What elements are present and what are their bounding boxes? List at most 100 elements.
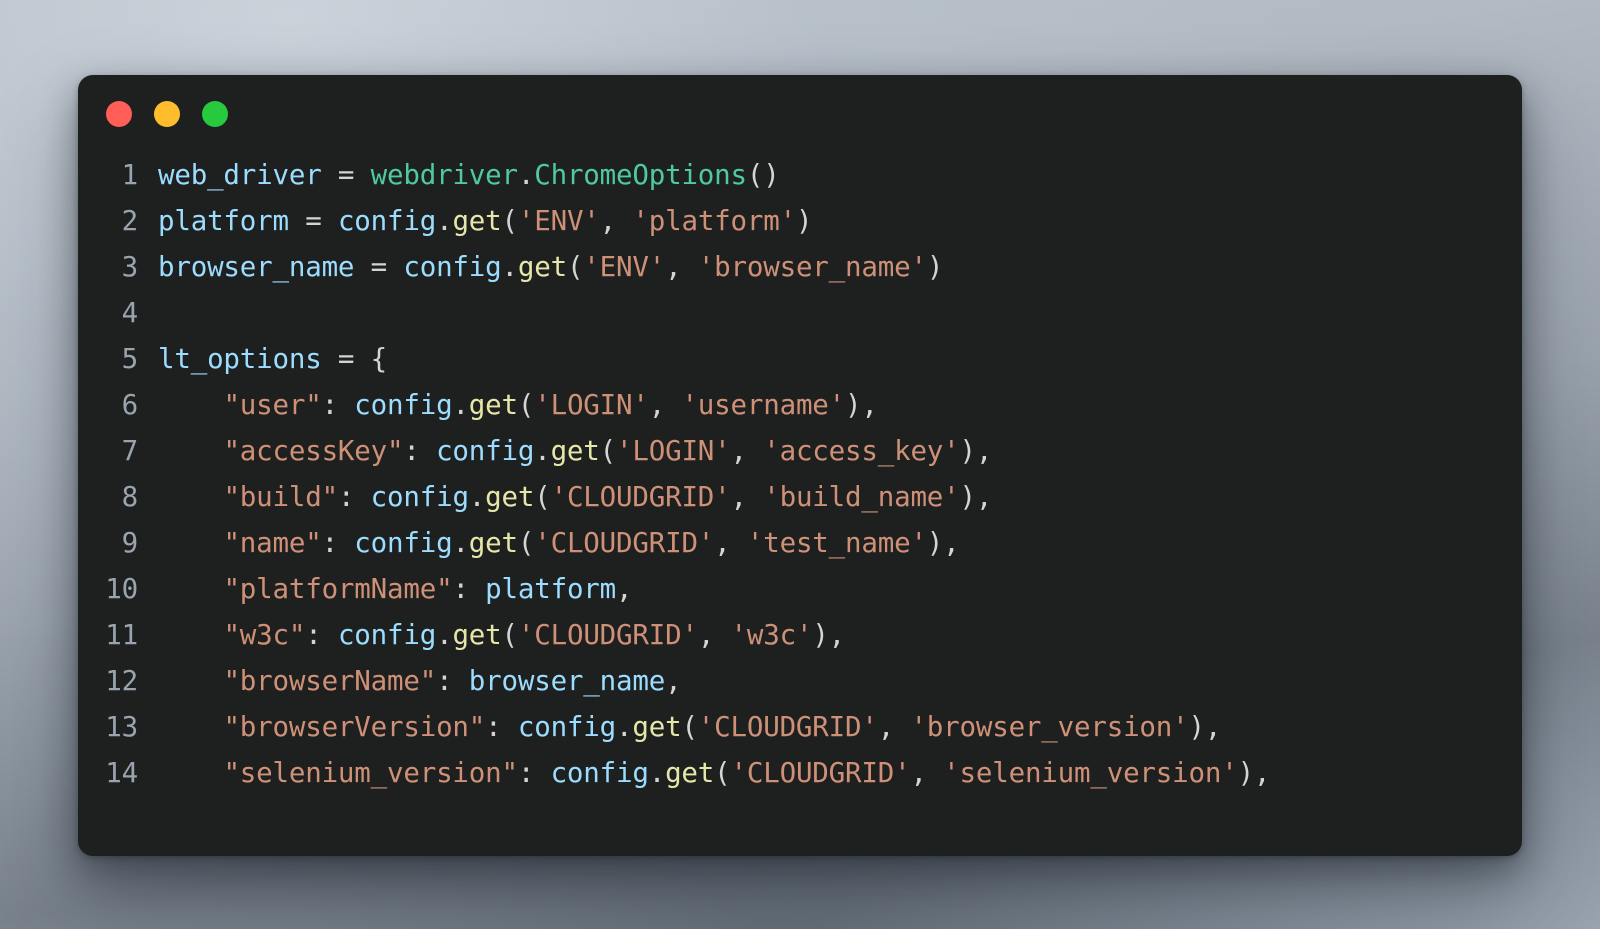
token-punc: , <box>730 481 764 513</box>
token-str: 'username' <box>681 389 846 421</box>
token-punc: , <box>910 757 944 789</box>
token-punc <box>158 435 223 467</box>
token-str: 'CLOUDGRID' <box>730 757 911 789</box>
token-var: platform <box>485 573 617 605</box>
token-punc: ), <box>926 527 960 559</box>
code-line[interactable]: 7 "accessKey": config.get('LOGIN', 'acce… <box>78 428 1522 474</box>
code-line[interactable]: 12 "browserName": browser_name, <box>78 658 1522 704</box>
token-dot: . <box>616 711 633 743</box>
token-punc: = <box>354 251 404 283</box>
token-punc <box>158 619 223 651</box>
line-number: 2 <box>121 205 139 237</box>
code-line-text: "build": config.get('CLOUDGRID', 'build_… <box>158 474 1522 520</box>
code-line[interactable]: 8 "build": config.get('CLOUDGRID', 'buil… <box>78 474 1522 520</box>
token-str: 'ENV' <box>517 205 600 237</box>
token-punc: ), <box>1237 757 1271 789</box>
token-var: lt_options <box>158 343 322 375</box>
code-line[interactable]: 10 "platformName": platform, <box>78 566 1522 612</box>
line-number: 4 <box>121 297 139 329</box>
token-var: config <box>337 619 437 651</box>
token-punc: () <box>746 159 780 191</box>
token-fn: get <box>452 619 502 651</box>
token-str: 'access_key' <box>763 435 960 467</box>
maximize-window-icon[interactable] <box>202 100 228 127</box>
code-line-text: "browserVersion": config.get('CLOUDGRID'… <box>158 704 1522 750</box>
token-dot: . <box>501 251 519 283</box>
code-line-text: "name": config.get('CLOUDGRID', 'test_na… <box>158 520 1522 566</box>
token-punc: ( <box>681 711 698 743</box>
token-punc: , <box>665 251 698 283</box>
token-punc: : <box>403 435 437 467</box>
code-line[interactable]: 5 lt_options = { <box>78 336 1522 382</box>
code-line[interactable]: 6 "user": config.get('LOGIN', 'username'… <box>78 382 1522 428</box>
token-str: "w3c" <box>223 619 306 651</box>
token-str: 'ENV' <box>583 251 666 283</box>
token-punc: , <box>877 711 911 743</box>
token-str: 'browser_name' <box>697 251 927 283</box>
token-punc: , <box>665 665 682 697</box>
code-line-text: "w3c": config.get('CLOUDGRID', 'w3c'), <box>158 612 1522 658</box>
line-number: 6 <box>121 389 139 421</box>
code-line[interactable]: 9 "name": config.get('CLOUDGRID', 'test_… <box>78 520 1522 566</box>
code-line[interactable]: 4 <box>78 290 1522 336</box>
token-str: 'LOGIN' <box>616 435 731 467</box>
token-dot: . <box>452 389 469 421</box>
token-punc: ( <box>501 619 519 651</box>
close-window-icon[interactable] <box>106 100 132 127</box>
token-punc: ), <box>959 481 993 513</box>
token-punc: ( <box>599 435 617 467</box>
token-fn: get <box>468 389 518 421</box>
token-dot: . <box>468 481 486 513</box>
minimize-window-icon[interactable] <box>154 100 180 127</box>
line-number: 1 <box>121 159 139 191</box>
token-var: config <box>354 389 453 421</box>
code-line-text: lt_options = { <box>158 336 1522 382</box>
token-punc: ( <box>566 251 584 283</box>
token-str: "name" <box>223 527 322 559</box>
token-var: config <box>436 435 535 467</box>
token-punc: : <box>305 619 338 651</box>
code-line-text: web_driver = webdriver.ChromeOptions() <box>158 152 1522 198</box>
token-fn: get <box>550 435 600 467</box>
token-punc: ) <box>926 251 944 283</box>
token-str: 'CLOUDGRID' <box>550 481 731 513</box>
code-line[interactable]: 11 "w3c": config.get('CLOUDGRID', 'w3c')… <box>78 612 1522 658</box>
code-line[interactable]: 14 "selenium_version": config.get('CLOUD… <box>78 750 1522 796</box>
token-punc: : <box>337 481 371 513</box>
token-punc: = <box>288 205 338 237</box>
token-var: browser_name <box>158 251 355 283</box>
token-dot: . <box>452 527 469 559</box>
token-punc: : <box>321 389 355 421</box>
token-punc: ( <box>517 389 535 421</box>
token-var: browser_name <box>468 665 666 697</box>
token-punc: ( <box>501 205 519 237</box>
token-punc: : <box>452 573 486 605</box>
code-line[interactable]: 1 web_driver = webdriver.ChromeOptions() <box>78 152 1522 198</box>
token-punc: ), <box>1188 711 1222 743</box>
token-punc <box>158 481 223 513</box>
token-punc: : <box>517 757 551 789</box>
window-titlebar <box>78 75 1522 152</box>
token-fn: get <box>468 527 518 559</box>
token-str: 'LOGIN' <box>534 389 649 421</box>
token-punc: ( <box>534 481 551 513</box>
token-punc: ( <box>714 757 731 789</box>
token-str: 'test_name' <box>746 527 927 559</box>
token-str: 'selenium_version' <box>943 757 1238 789</box>
code-editor[interactable]: 1 web_driver = webdriver.ChromeOptions() 2… <box>78 152 1522 796</box>
token-cls: webdriver <box>370 159 518 191</box>
token-str: 'w3c' <box>730 619 813 651</box>
token-fn: get <box>632 711 682 743</box>
token-str: "browserVersion" <box>223 711 486 743</box>
code-line[interactable]: 3 browser_name = config.get('ENV', 'brows… <box>78 244 1522 290</box>
token-str: "accessKey" <box>223 435 404 467</box>
line-number: 5 <box>121 343 139 375</box>
code-line-text: "user": config.get('LOGIN', 'username'), <box>158 382 1522 428</box>
code-line[interactable]: 13 "browserVersion": config.get('CLOUDGR… <box>78 704 1522 750</box>
token-punc: , <box>714 527 747 559</box>
token-punc: , <box>697 619 731 651</box>
code-line[interactable]: 2 platform = config.get('ENV', 'platform'… <box>78 198 1522 244</box>
token-punc <box>158 757 223 789</box>
token-punc <box>158 389 223 421</box>
